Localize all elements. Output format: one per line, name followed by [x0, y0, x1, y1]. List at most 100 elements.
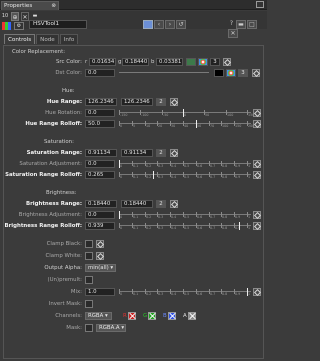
bri-range-dimension-count[interactable]: 2 [156, 200, 166, 208]
mix-field[interactable]: 1.0 [85, 288, 115, 296]
close-icon[interactable]: ✕ [228, 29, 238, 38]
hide-icon[interactable]: ▬ [236, 20, 246, 29]
src-r-field[interactable]: 0.01634 [89, 58, 116, 66]
hue-rolloff-animation-icon[interactable] [253, 120, 261, 128]
controls-panel: Color Replacement: Src Color: r 0.01634 … [3, 45, 264, 359]
slider-tick-label: -150 [120, 113, 128, 117]
slider-tick-label: 30 [171, 124, 176, 128]
clamp-white-checkbox[interactable] [85, 252, 93, 260]
slider-tick-label: 0.7 [210, 215, 216, 219]
sat-adjust-animation-icon[interactable] [253, 160, 261, 168]
sat-adjust-field[interactable]: 0.0 [85, 160, 115, 168]
slider-tick-label: 1 [248, 175, 251, 179]
slider-handle[interactable] [239, 222, 240, 230]
bri-adjust-slider[interactable]: 0 0.1 0.2 0.3 0.4 0.5 0.6 0.7 0.8 0.9 1 [119, 210, 251, 220]
slider-handle[interactable] [247, 288, 248, 296]
slider-tick-label: 0.1 [133, 164, 139, 168]
node-color-icon[interactable] [2, 22, 11, 30]
node-color-button[interactable] [143, 20, 153, 29]
bri-adjust-animation-icon[interactable] [253, 211, 261, 219]
help-icon[interactable]: ? [228, 20, 235, 29]
dst-color-field[interactable]: 0.0 [85, 69, 115, 77]
restore-defaults-icon[interactable]: ↺ [176, 20, 186, 29]
sat-rolloff-field[interactable]: 0.265 [85, 171, 115, 179]
channel-g-toggle[interactable] [148, 312, 156, 320]
channel-a-toggle[interactable] [188, 312, 196, 320]
slider-handle[interactable] [119, 211, 120, 219]
bri-adjust-field[interactable]: 0.0 [85, 211, 115, 219]
hue-range-dimension-count[interactable]: 2 [156, 98, 166, 106]
bri-rolloff-field[interactable]: 0.939 [85, 222, 115, 230]
channel-r-toggle[interactable] [128, 312, 136, 320]
hue-rolloff-slider[interactable]: 0 5 10 20 30 40 50 70 100 150 200 [119, 119, 254, 129]
src-color-animation-icon[interactable] [223, 58, 231, 66]
sat-range-min-field[interactable]: 0.91134 [85, 149, 117, 157]
dst-color-swatch[interactable] [214, 69, 224, 77]
dst-color-wheel-icon[interactable] [226, 69, 236, 77]
mask-checkbox[interactable] [85, 324, 93, 332]
hue-range-animation-icon[interactable] [170, 98, 178, 106]
sat-range-dimension-count[interactable]: 2 [156, 149, 166, 157]
slider-tick-label: 40 [184, 124, 189, 128]
slider-tick-label: 0.8 [222, 175, 228, 179]
undo-icon[interactable]: ‹ [154, 20, 164, 29]
tab-node[interactable]: Node [36, 34, 59, 44]
channel-b-toggle[interactable] [168, 312, 176, 320]
tab-controls[interactable]: Controls [4, 34, 36, 44]
mask-channel-dropdown[interactable]: RGBA.A ▾ [96, 324, 126, 332]
section-label: Brightness: [46, 190, 77, 196]
hue-range-max-field[interactable]: 126.2346 [121, 98, 153, 106]
output-alpha-dropdown[interactable]: min(all) ▾ [85, 264, 116, 272]
dst-color-slider-track[interactable] [119, 72, 209, 73]
color-picker-icon[interactable] [186, 58, 196, 66]
hue-rotation-label: Hue Rotation: [45, 110, 82, 116]
slider-handle[interactable] [153, 171, 154, 179]
unpremult-checkbox[interactable] [85, 276, 93, 284]
mix-animation-icon[interactable] [253, 288, 261, 296]
hue-range-min-field[interactable]: 126.2346 [85, 98, 117, 106]
channels-dropdown[interactable]: RGBA ▾ [85, 312, 112, 320]
node-name-field[interactable]: HSVTool1 [29, 20, 87, 29]
sat-range-animation-icon[interactable] [170, 149, 178, 157]
dst-color-animation-icon[interactable] [252, 69, 260, 77]
hue-rotation-field[interactable]: 0.0 [85, 109, 115, 117]
sat-rolloff-slider[interactable]: 0 0.1 0.2 0.3 0.4 0.5 0.6 0.7 0.8 0.9 1 [119, 170, 251, 180]
sat-rolloff-animation-icon[interactable] [253, 171, 261, 179]
bri-rolloff-slider[interactable]: 0 0.1 0.2 0.3 0.4 0.5 0.6 0.7 0.8 0.9 1 [119, 221, 251, 231]
close-panel-icon[interactable]: ✕ [21, 12, 29, 21]
float-icon[interactable]: □ [247, 20, 257, 29]
invert-mask-checkbox[interactable] [85, 300, 93, 308]
redo-icon[interactable]: › [165, 20, 175, 29]
src-g-field[interactable]: 0.18440 [122, 58, 149, 66]
center-node-icon[interactable]: ⊕ [11, 12, 19, 21]
float-window-icon[interactable] [256, 1, 264, 8]
close-tab-icon[interactable]: ⊗ [51, 2, 56, 10]
bri-range-min-field[interactable]: 0.18440 [85, 200, 117, 208]
slider-tick-label: 0.9 [235, 292, 241, 296]
clamp-black-checkbox[interactable] [85, 240, 93, 248]
dst-dimension-count[interactable]: 3 [238, 69, 248, 77]
properties-tab[interactable]: Properties ⊗ [1, 1, 59, 10]
bri-range-max-field[interactable]: 0.18440 [121, 200, 153, 208]
color-wheel-icon[interactable] [198, 58, 208, 66]
tab-info[interactable]: Info [59, 34, 79, 44]
clamp-white-animation-icon[interactable] [96, 252, 104, 260]
src-b-field[interactable]: 0.03381 [156, 58, 183, 66]
settings-icon[interactable]: ⚙ [14, 22, 24, 30]
hue-rolloff-field[interactable]: 50.0 [85, 120, 115, 128]
bri-range-animation-icon[interactable] [170, 200, 178, 208]
slider-tick-label: 0.1 [133, 292, 139, 296]
section-label: Hue: [62, 88, 75, 94]
slider-tick-label: 0.2 [146, 226, 152, 230]
clamp-black-animation-icon[interactable] [96, 240, 104, 248]
slider-handle[interactable] [119, 160, 120, 168]
mix-slider[interactable]: 0 0.1 0.2 0.3 0.4 0.5 0.6 0.7 0.8 0.9 1 [119, 287, 251, 297]
hue-rotation-animation-icon[interactable] [253, 109, 261, 117]
slider-handle[interactable] [183, 109, 184, 117]
bri-rolloff-animation-icon[interactable] [253, 222, 261, 230]
hue-rotation-slider[interactable]: -150 -100 -50 0 50 100 150 [119, 108, 254, 118]
sat-range-max-field[interactable]: 0.91134 [121, 149, 153, 157]
src-dimension-count[interactable]: 3 [210, 58, 220, 66]
sat-adjust-slider[interactable]: 0 0.1 0.2 0.3 0.4 0.5 0.6 0.7 0.8 0.9 1 [119, 159, 251, 169]
slider-handle[interactable] [196, 120, 197, 128]
